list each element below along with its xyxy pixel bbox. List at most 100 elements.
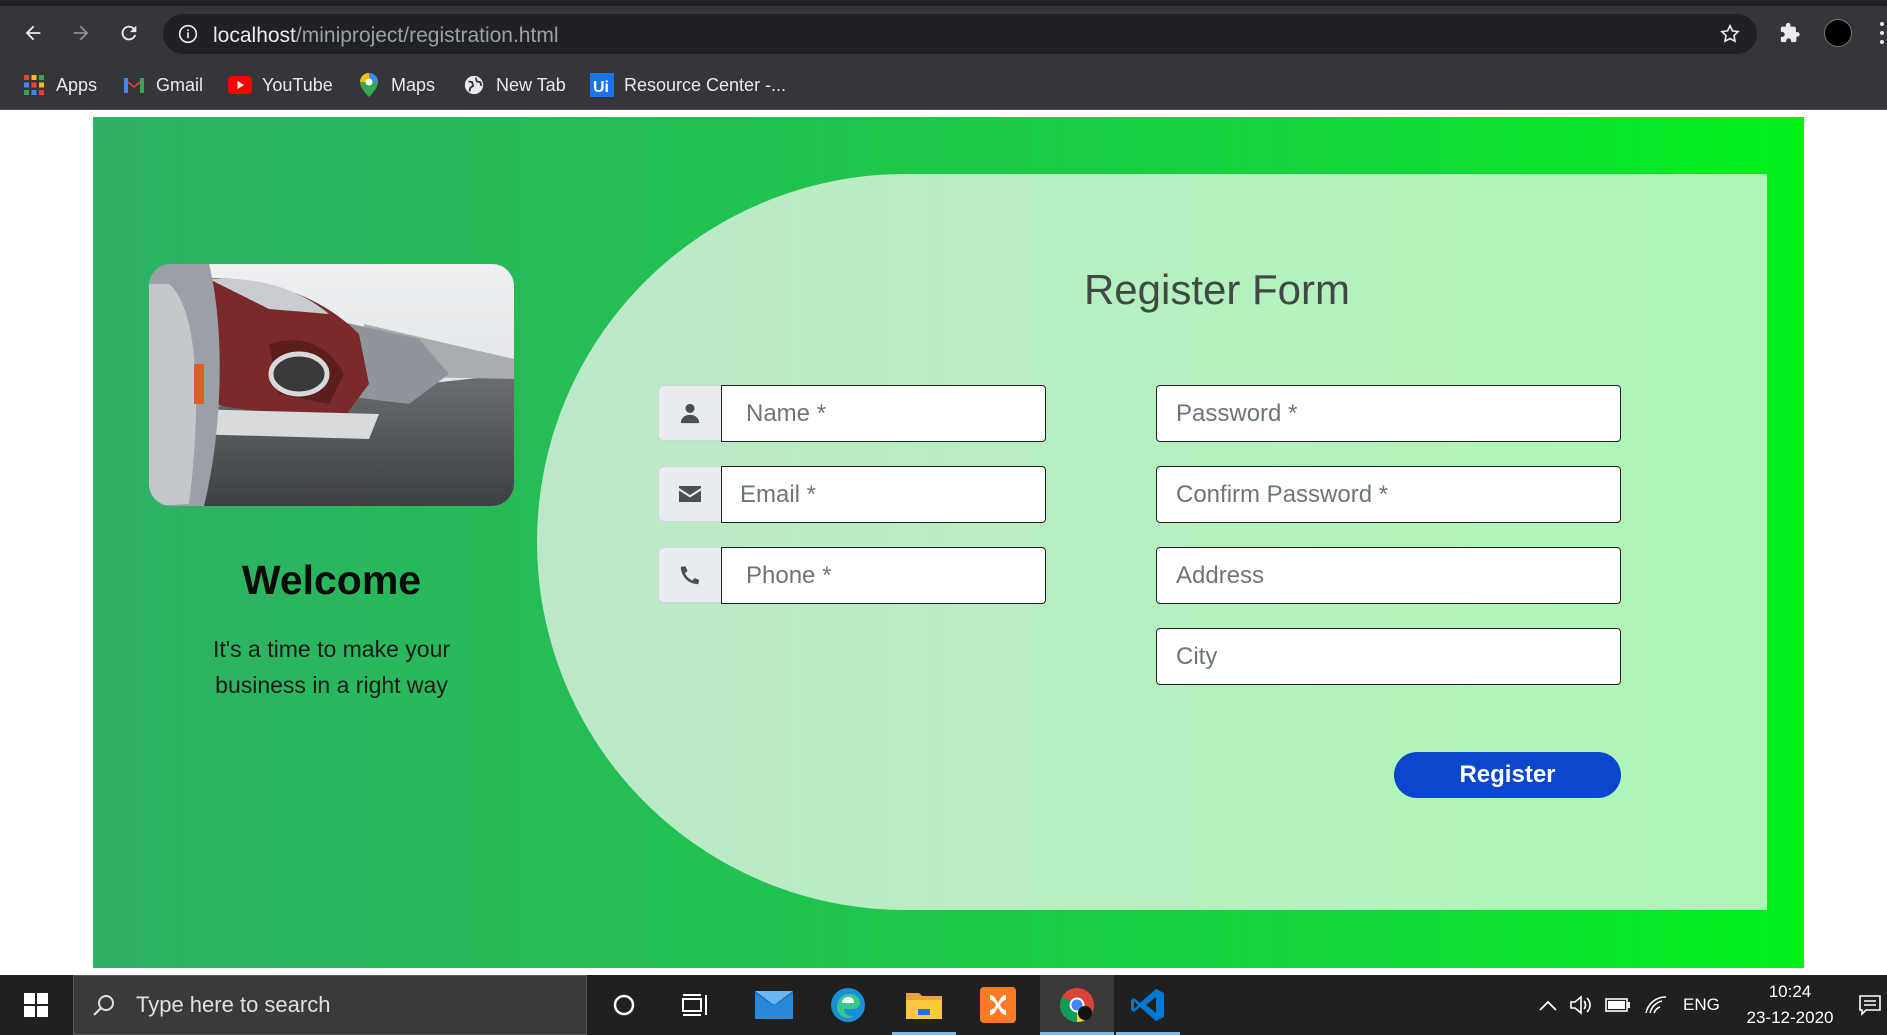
wifi-icon [1645, 996, 1667, 1014]
welcome-heading: Welcome [241, 557, 422, 603]
back-button[interactable] [18, 18, 48, 48]
address-field[interactable] [1156, 547, 1621, 604]
reload-icon [121, 25, 137, 41]
notification-icon [1858, 995, 1881, 1016]
phone-input[interactable] [722, 548, 1045, 603]
globe-icon [462, 73, 486, 97]
wifi-button[interactable] [1640, 975, 1672, 1035]
chevron-up-icon [1539, 1000, 1557, 1011]
edge-icon [831, 988, 865, 1022]
svg-text:Ui: Ui [593, 79, 609, 96]
xampp-app[interactable] [966, 975, 1030, 1035]
show-hidden-icons-button[interactable] [1533, 975, 1563, 1035]
address-input[interactable] [1157, 548, 1620, 603]
vscode-icon [1131, 989, 1164, 1021]
user-icon [680, 403, 700, 424]
bookmark-label: Apps [56, 74, 98, 95]
folder-icon [906, 993, 942, 1019]
name-addon [658, 385, 721, 441]
bookmark-label: Maps [391, 74, 436, 95]
battery-button[interactable] [1602, 975, 1634, 1035]
clock-time[interactable]: 10:24 [1760, 982, 1820, 1002]
cortana-button[interactable] [594, 975, 654, 1035]
url-text[interactable]: localhost/miniproject/registration.html [213, 24, 558, 48]
puzzle-icon [1780, 22, 1800, 43]
file-explorer-app[interactable] [892, 975, 956, 1035]
clock-date[interactable]: 23-12-2020 [1735, 1008, 1845, 1028]
welcome-tagline: It's a time to make your business in a r… [212, 636, 451, 698]
notifications-button[interactable] [1852, 975, 1887, 1035]
bookmark-new-tab[interactable]: New Tab [462, 70, 566, 100]
chrome-app[interactable] [1040, 975, 1114, 1035]
register-button[interactable]: Register [1394, 752, 1621, 798]
task-view-button[interactable] [666, 975, 726, 1035]
bookmark-apps[interactable]: Apps [22, 70, 97, 100]
bookmark-maps[interactable]: Maps [357, 70, 435, 100]
register-form-panel: Register Form Name * Email * Phone * Add… [537, 174, 1767, 910]
password-input[interactable] [1157, 386, 1620, 441]
volume-button[interactable] [1566, 975, 1596, 1035]
bookmark-star-icon[interactable] [1719, 23, 1741, 45]
car-image [149, 264, 514, 506]
info-icon [178, 24, 198, 44]
url-path: /miniproject/registration.html [295, 24, 559, 47]
apps-grid-icon [22, 73, 46, 97]
url-host: localhost [213, 24, 296, 47]
envelope-icon [679, 486, 701, 502]
menu-kebab-icon[interactable] [1880, 22, 1884, 44]
bookmark-label: Gmail [156, 74, 204, 95]
xampp-icon [980, 987, 1016, 1023]
city-field[interactable] [1156, 628, 1621, 685]
gmail-icon [122, 73, 146, 97]
arrow-left-icon [25, 25, 41, 41]
ui-icon: Ui [590, 73, 614, 97]
phone-addon [658, 547, 721, 603]
vscode-app[interactable] [1116, 975, 1180, 1035]
profile-avatar[interactable] [1823, 18, 1853, 48]
name-field[interactable] [721, 385, 1046, 442]
email-input[interactable] [722, 467, 1045, 522]
bookmark-youtube[interactable]: YouTube [228, 70, 333, 100]
bookmarks-bar: Apps Gmail YouTube Maps New Tab Ui Resou… [0, 60, 1887, 110]
confirm-password-field[interactable] [1156, 466, 1621, 523]
maps-icon [357, 73, 381, 97]
confirm-password-input[interactable] [1157, 467, 1620, 522]
email-field[interactable] [721, 466, 1046, 523]
search-placeholder: Type here to search [136, 992, 331, 1017]
city-input[interactable] [1157, 629, 1620, 684]
mail-app[interactable] [742, 975, 806, 1035]
speaker-icon [1570, 995, 1591, 1015]
extensions-button[interactable] [1775, 18, 1805, 48]
bookmark-gmail[interactable]: Gmail [122, 70, 203, 100]
reload-button[interactable] [114, 18, 144, 48]
chrome-icon [1060, 988, 1094, 1022]
phone-field[interactable] [721, 547, 1046, 604]
password-field[interactable] [1156, 385, 1621, 442]
search-icon [93, 995, 114, 1016]
windows-logo-icon [24, 993, 48, 1017]
bookmark-label: New Tab [496, 74, 566, 95]
task-view-icon [682, 994, 707, 1016]
start-button[interactable] [0, 975, 72, 1035]
bookmark-resource-center[interactable]: Ui Resource Center -... [590, 70, 786, 100]
taskbar-search[interactable]: Type here to search [73, 975, 587, 1035]
language-indicator[interactable]: ENG [1683, 995, 1720, 1015]
name-input[interactable] [722, 386, 1045, 441]
bookmark-label: YouTube [262, 74, 333, 95]
arrow-right-icon [73, 25, 89, 41]
browser-toolbar: localhost/miniproject/registration.html [0, 6, 1887, 60]
address-bar[interactable]: localhost/miniproject/registration.html [163, 14, 1757, 54]
registration-container: Welcome It's a time to make your busines… [93, 117, 1804, 968]
bookmark-label: Resource Center -... [624, 74, 787, 95]
windows-taskbar: Type here to search ENG 10:24 23-12-2020 [0, 975, 1887, 1035]
email-addon [658, 466, 721, 522]
cortana-icon [613, 994, 635, 1016]
page-content: Welcome It's a time to make your busines… [0, 111, 1887, 975]
battery-icon [1605, 998, 1630, 1012]
edge-app[interactable] [816, 975, 880, 1035]
mail-icon [755, 991, 793, 1019]
phone-icon [680, 566, 700, 585]
form-title: Register Form [1083, 266, 1351, 313]
forward-button[interactable] [66, 18, 96, 48]
youtube-icon [228, 73, 252, 97]
